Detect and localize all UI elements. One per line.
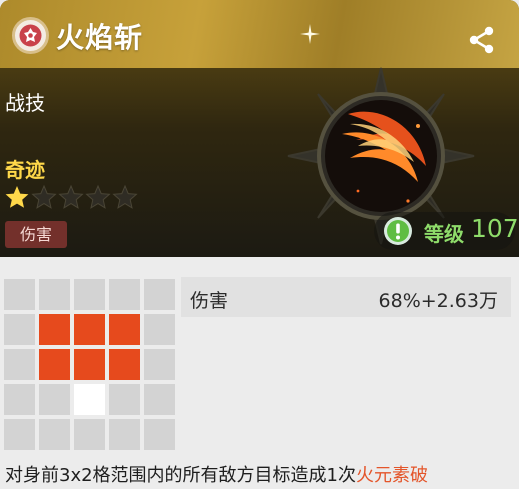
star-icon-filled bbox=[5, 186, 29, 208]
description-highlight: 火元素破 bbox=[356, 465, 429, 486]
stat-value: 68%+2.63万 bbox=[378, 290, 498, 312]
level-value: 107 bbox=[471, 214, 519, 243]
range-cell-hit bbox=[39, 314, 70, 345]
skill-card-header-panel: 火焰斩 战技 奇迹 伤害 等级 107 bbox=[0, 0, 519, 257]
range-cell-empty bbox=[74, 279, 105, 310]
attack-range-grid bbox=[4, 279, 176, 451]
range-cell-empty bbox=[4, 419, 35, 450]
damage-tag: 伤害 bbox=[5, 221, 67, 248]
star-icon-empty bbox=[31, 184, 138, 209]
range-cell-hit bbox=[109, 314, 140, 345]
range-cell-empty bbox=[4, 384, 35, 415]
range-cell-empty bbox=[109, 384, 140, 415]
share-icon[interactable] bbox=[466, 24, 498, 56]
skill-description: 对身前3x2格范围内的所有敌方目标造成1次火元素破 bbox=[5, 461, 517, 487]
range-cell-hit bbox=[74, 314, 105, 345]
range-cell-empty bbox=[144, 419, 175, 450]
range-cell-empty bbox=[4, 349, 35, 380]
range-cell-empty bbox=[144, 314, 175, 345]
range-cell-empty bbox=[109, 279, 140, 310]
stat-label: 伤害 bbox=[190, 290, 229, 312]
range-cell-hit bbox=[74, 349, 105, 380]
range-cell-empty bbox=[39, 279, 70, 310]
range-cell-empty bbox=[144, 279, 175, 310]
range-cell-hit bbox=[39, 349, 70, 380]
range-cell-empty bbox=[39, 419, 70, 450]
range-cell-empty bbox=[74, 419, 105, 450]
range-cell-empty bbox=[109, 419, 140, 450]
skill-rarity: 奇迹 bbox=[5, 158, 45, 182]
star-rating bbox=[4, 184, 138, 212]
skill-title: 火焰斩 bbox=[56, 21, 144, 54]
element-badge-icon bbox=[12, 17, 49, 54]
sparkle-icon bbox=[300, 24, 320, 44]
range-cell-empty bbox=[4, 314, 35, 345]
range-cell-empty bbox=[144, 384, 175, 415]
range-cell-empty bbox=[39, 384, 70, 415]
range-cell-empty bbox=[144, 349, 175, 380]
skill-title-bar: 火焰斩 bbox=[0, 0, 519, 68]
description-text: 对身前3x2格范围内的所有敌方目标造成1次 bbox=[5, 465, 357, 486]
range-cell-empty bbox=[4, 279, 35, 310]
range-cell-self bbox=[74, 384, 105, 415]
range-cell-hit bbox=[109, 349, 140, 380]
exclamation-icon[interactable] bbox=[383, 216, 413, 246]
skill-category: 战技 bbox=[5, 91, 45, 115]
level-label: 等级 bbox=[424, 222, 464, 246]
